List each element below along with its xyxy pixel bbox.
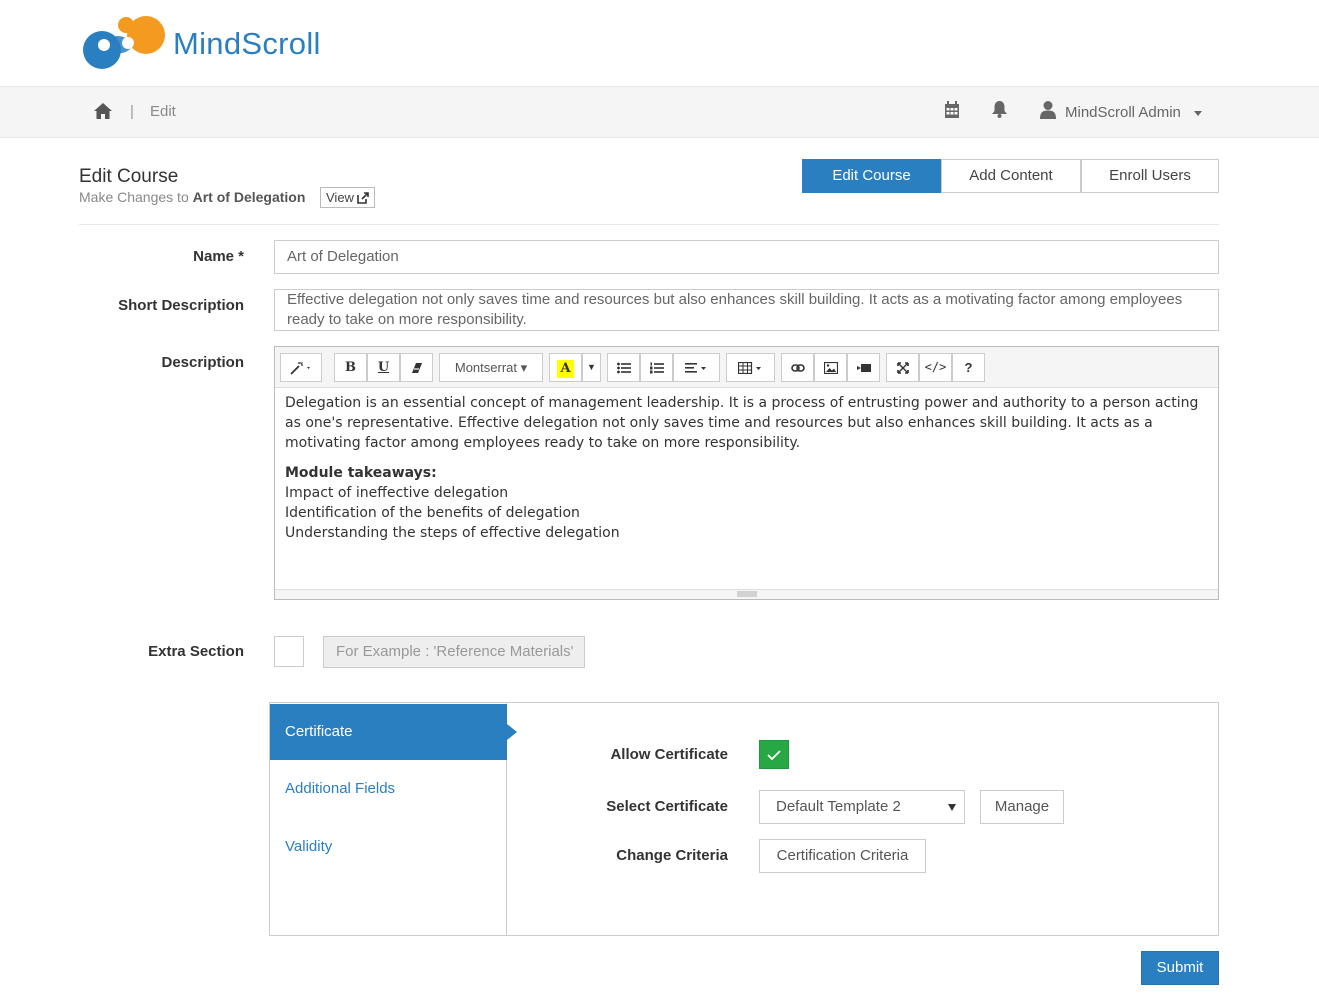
tab-validity[interactable]: Validity: [270, 819, 507, 875]
takeaways-title: Module takeaways:: [285, 465, 437, 481]
video-button[interactable]: [847, 353, 880, 382]
expand-icon: [896, 362, 909, 374]
bold-button[interactable]: B: [334, 353, 367, 382]
font-family-value: Montserrat: [454, 360, 517, 375]
align-left-icon: [684, 363, 706, 373]
description-label: Description: [161, 354, 244, 371]
tab-enroll-users[interactable]: Enroll Users: [1081, 159, 1219, 193]
takeaway-item: Identification of the benefits of delega…: [285, 505, 580, 521]
certificate-select-value: Default Template 2: [776, 798, 901, 815]
dropdown-arrow-icon: [948, 804, 956, 811]
ordered-list-button[interactable]: [640, 353, 673, 382]
submit-button[interactable]: Submit: [1141, 951, 1219, 985]
image-icon: [823, 361, 838, 375]
color-dropdown-button[interactable]: ▼: [582, 353, 601, 382]
breadcrumb-current: Edit: [150, 103, 176, 120]
select-certificate-label: Select Certificate: [606, 798, 728, 815]
link-button[interactable]: [781, 353, 814, 382]
calendar-icon[interactable]: [944, 101, 960, 119]
panel-tabs: Certificate Additional Fields Validity: [270, 703, 517, 935]
description-editor[interactable]: B U Montserrat ▾ A ▼ </> ? Delegation is…: [274, 346, 1219, 600]
extra-section-label: Extra Section: [148, 643, 244, 660]
breadcrumb-separator: |: [130, 103, 134, 120]
home-icon[interactable]: [93, 102, 113, 120]
top-nav: | Edit MindScroll Admin: [0, 86, 1319, 138]
page-title: Edit Course: [79, 166, 179, 187]
image-button[interactable]: [814, 353, 847, 382]
underline-button[interactable]: U: [367, 353, 400, 382]
certificate-select[interactable]: Default Template 2: [759, 790, 965, 824]
page-subtitle: Make Changes to Art of Delegation: [79, 189, 305, 205]
table-icon: [737, 361, 761, 375]
course-name: Art of Delegation: [192, 189, 306, 205]
editor-paragraph: Delegation is an essential concept of ma…: [285, 395, 1199, 451]
user-icon[interactable]: [1039, 100, 1057, 119]
tab-add-content[interactable]: Add Content: [941, 159, 1081, 193]
editor-toolbar: B U Montserrat ▾ A ▼ </> ?: [275, 347, 1218, 388]
mindscroll-logo-icon: [83, 16, 165, 69]
logo-bar: MindScroll: [0, 0, 1319, 86]
short-description-input[interactable]: Effective delegation not only saves time…: [274, 289, 1219, 331]
eraser-icon: [411, 363, 422, 373]
paragraph-align-button[interactable]: [673, 353, 720, 382]
highlight-a-icon: A: [557, 360, 574, 378]
link-icon: [790, 364, 805, 372]
extra-section-input[interactable]: For Example : 'Reference Materials': [323, 636, 585, 668]
allow-certificate-checkbox[interactable]: [759, 740, 789, 769]
name-label: Name *: [193, 248, 244, 265]
name-input[interactable]: Art of Delegation: [274, 240, 1219, 274]
font-family-dropdown[interactable]: Montserrat ▾: [439, 353, 543, 382]
tab-additional-fields[interactable]: Additional Fields: [270, 761, 507, 817]
view-label: View: [326, 190, 354, 205]
settings-panel: Certificate Additional Fields Validity: [269, 702, 1219, 936]
clear-format-button[interactable]: [400, 353, 433, 382]
magic-style-button[interactable]: [280, 353, 322, 382]
video-icon: [856, 364, 871, 372]
editor-resize-handle[interactable]: [275, 589, 1218, 599]
fullscreen-button[interactable]: [886, 353, 919, 382]
unordered-list-button[interactable]: [607, 353, 640, 382]
certification-criteria-button[interactable]: Certification Criteria: [759, 839, 926, 873]
takeaway-item: Impact of ineffective delegation: [285, 485, 509, 501]
resize-grip-icon: [737, 591, 757, 597]
table-button[interactable]: [726, 353, 775, 382]
numbered-list-icon: [649, 362, 664, 374]
divider: [79, 224, 1219, 225]
bell-icon[interactable]: [991, 100, 1008, 119]
tab-certificate[interactable]: Certificate: [270, 704, 517, 760]
allow-certificate-label: Allow Certificate: [610, 746, 728, 763]
external-link-icon: [357, 192, 369, 204]
subtitle-prefix: Make Changes to: [79, 189, 193, 205]
view-course-button[interactable]: View: [320, 187, 375, 208]
user-menu-name[interactable]: MindScroll Admin: [1065, 104, 1181, 121]
checkmark-icon: [767, 750, 781, 761]
tab-edit-course[interactable]: Edit Course: [802, 159, 941, 193]
takeaway-item: Understanding the steps of effective del…: [285, 525, 620, 541]
brand-name[interactable]: MindScroll: [173, 26, 321, 62]
short-description-label: Short Description: [118, 297, 244, 314]
highlight-color-button[interactable]: A: [549, 353, 582, 382]
change-criteria-label: Change Criteria: [616, 847, 728, 864]
help-button[interactable]: ?: [952, 353, 985, 382]
bullet-list-icon: [616, 362, 631, 374]
manage-button[interactable]: Manage: [980, 790, 1064, 824]
magic-wand-icon: [290, 362, 310, 375]
extra-section-checkbox[interactable]: [274, 636, 304, 667]
editor-content[interactable]: Delegation is an essential concept of ma…: [285, 393, 1205, 543]
chevron-down-icon[interactable]: [1194, 111, 1202, 116]
code-view-button[interactable]: </>: [919, 353, 952, 382]
